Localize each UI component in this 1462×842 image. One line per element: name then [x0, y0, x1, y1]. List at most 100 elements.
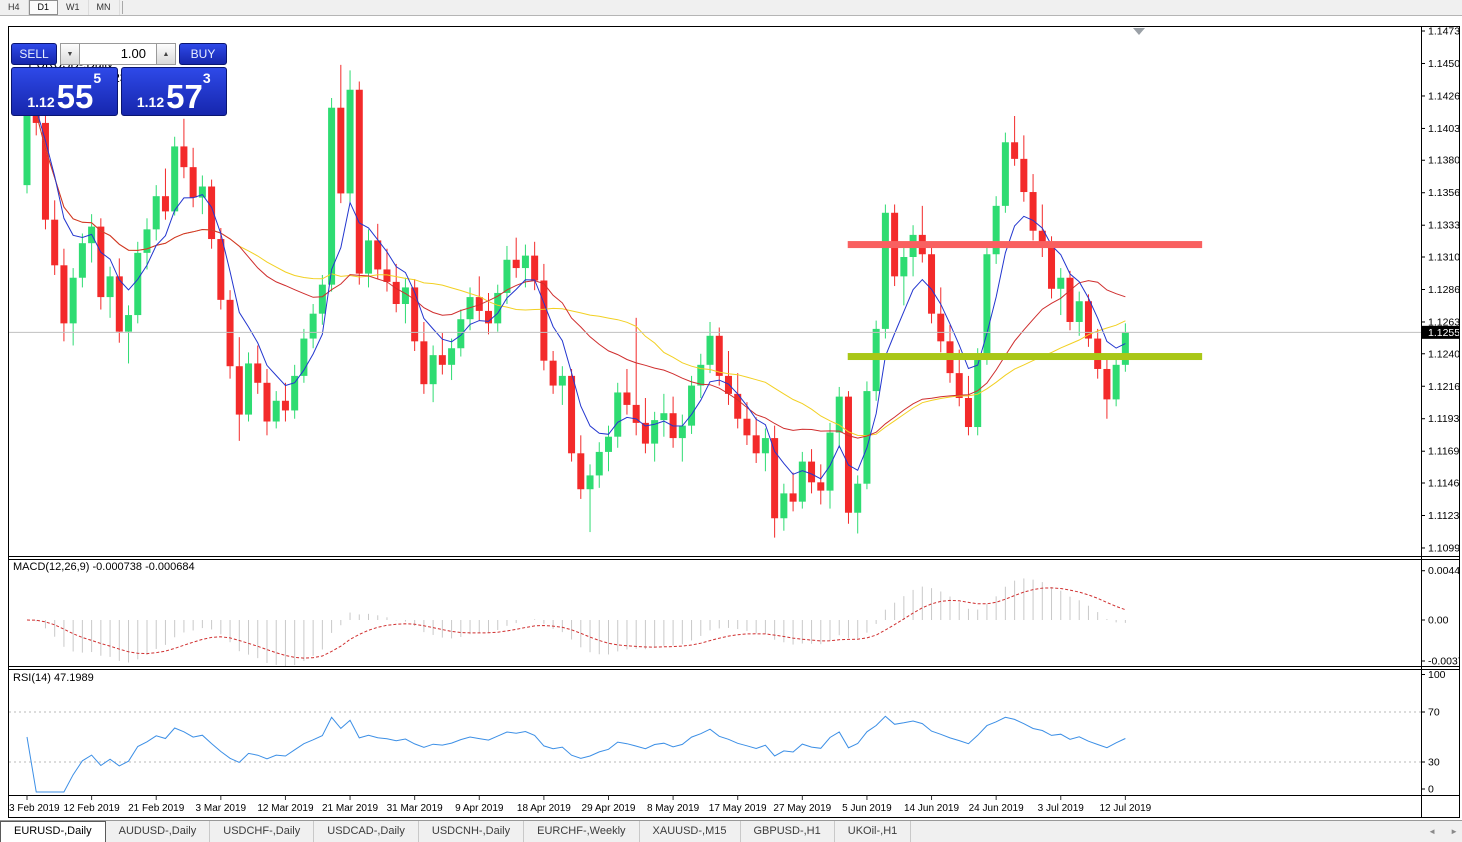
tabs-scroll-right-icon[interactable]: ►	[1450, 827, 1458, 836]
timeframe-button-mn[interactable]: MN	[89, 0, 120, 15]
candle-body	[1103, 369, 1110, 399]
date-tick-label: 3 Jul 2019	[1038, 803, 1085, 814]
axis-tick-label: 1.11695	[1428, 446, 1459, 458]
candle-body	[550, 361, 557, 386]
candle-body	[799, 462, 806, 502]
candle-body	[688, 386, 695, 426]
volume-increase-button[interactable]: ▲	[156, 43, 176, 65]
volume-decrease-button[interactable]: ▼	[60, 43, 80, 65]
macd-main-value: -0.000738	[92, 561, 142, 573]
toolbar-separator	[122, 1, 123, 14]
candle-body	[660, 413, 667, 420]
candle-body	[337, 108, 344, 194]
candle-body	[1113, 365, 1120, 400]
symbol-tab-gbpusd-h1[interactable]: GBPUSD-,H1	[741, 821, 835, 842]
candle-body	[522, 256, 529, 268]
chart-shift-icon[interactable]	[1133, 28, 1145, 35]
candle-body	[1030, 192, 1037, 231]
symbol-tab-usdchf-daily[interactable]: USDCHF-,Daily	[210, 821, 314, 842]
candle-body	[263, 383, 270, 422]
axis-tick-label: 1.13330	[1428, 220, 1459, 232]
symbol-tab-audusd-daily[interactable]: AUDUSD-,Daily	[106, 821, 211, 842]
date-tick-label: 21 Mar 2019	[322, 803, 379, 814]
price-chart-canvas[interactable]: 1.147351.145001.142651.140301.138001.135…	[9, 27, 1459, 817]
axis-tick-label: 1.10995	[1428, 542, 1459, 554]
buy-price-big-digits: 57	[166, 82, 203, 112]
candle-body	[1002, 142, 1009, 206]
timeframe-button-h4[interactable]: H4	[0, 0, 29, 15]
date-tick-label: 27 May 2019	[773, 803, 831, 814]
rsi-indicator-label: RSI(14) 47.1989	[13, 672, 94, 684]
candle-body	[439, 355, 446, 365]
macd-signal-line	[27, 588, 1125, 658]
candle-body	[347, 90, 354, 194]
resistance-line[interactable]	[848, 241, 1202, 248]
symbol-tab-usdcnh-daily[interactable]: USDCNH-,Daily	[419, 821, 524, 842]
symbol-tab-eurchf-weekly[interactable]: EURCHF-,Weekly	[524, 821, 639, 842]
axis-tick-label: 100	[1428, 669, 1446, 681]
timeframe-button-w1[interactable]: W1	[58, 0, 89, 15]
candle-body	[134, 253, 141, 315]
candle-body	[1048, 247, 1055, 288]
candle-body	[928, 254, 935, 313]
candle-body	[356, 90, 363, 274]
symbol-tab-xauusd-m15[interactable]: XAUUSD-,M15	[640, 821, 741, 842]
date-tick-label: 14 Jun 2019	[904, 803, 959, 814]
tab-scroll-controls: ◄ ►	[1428, 821, 1458, 842]
candle-body	[1085, 301, 1092, 338]
date-tick-label: 8 May 2019	[647, 803, 700, 814]
candle-body	[51, 220, 58, 266]
sell-price-display[interactable]: 1.12 55 5	[11, 67, 118, 116]
timeframe-button-d1[interactable]: D1	[29, 0, 59, 15]
axis-tick-label: 1.12400	[1428, 348, 1459, 360]
price-axis[interactable]: 1.147351.145001.142651.140301.138001.135…	[1421, 27, 1459, 554]
symbol-tab-usdcad-daily[interactable]: USDCAD-,Daily	[314, 821, 419, 842]
candle-body	[291, 376, 298, 411]
chart-window: 1.147351.145001.142651.140301.138001.135…	[8, 26, 1460, 818]
macd-axis[interactable]: 0.0044650.00-0.003715	[1421, 565, 1459, 667]
symbol-tab-ukoil-h1[interactable]: UKOil-,H1	[835, 821, 912, 842]
support-line[interactable]	[848, 353, 1202, 360]
rsi-axis[interactable]: 10070300	[1421, 669, 1446, 796]
axis-tick-label: 1.14735	[1428, 27, 1459, 38]
candle-body	[273, 401, 280, 422]
buy-button[interactable]: BUY	[179, 43, 227, 65]
candle-body	[411, 287, 418, 341]
date-tick-label: 9 Apr 2019	[455, 803, 504, 814]
symbol-tab-eurusd-daily[interactable]: EURUSD-,Daily	[0, 821, 106, 842]
tabs-scroll-left-icon[interactable]: ◄	[1428, 827, 1436, 836]
candle-body	[97, 227, 104, 297]
volume-input[interactable]: 1.00	[80, 43, 156, 65]
candle-body	[125, 315, 132, 332]
axis-tick-label: 1.11230	[1428, 510, 1459, 522]
candle-body	[180, 146, 187, 167]
candle-body	[956, 373, 963, 398]
candle-body	[254, 363, 261, 382]
candle-body	[282, 401, 289, 411]
time-axis[interactable]: 3 Feb 201912 Feb 201921 Feb 20193 Mar 20…	[9, 796, 1152, 815]
buy-price-display[interactable]: 1.12 57 3	[121, 67, 228, 116]
axis-tick-label: 30	[1428, 757, 1440, 769]
macd-indicator-label: MACD(12,26,9) -0.000738 -0.000684	[13, 561, 195, 573]
candle-body	[513, 260, 520, 268]
sell-button[interactable]: SELL	[11, 43, 57, 65]
candle-body	[503, 260, 510, 293]
candle-body	[540, 281, 547, 361]
axis-tick-label: 1.12865	[1428, 284, 1459, 296]
candle-body	[153, 196, 160, 229]
date-tick-label: 31 Mar 2019	[387, 803, 444, 814]
candle-body	[420, 341, 427, 384]
candle-body	[162, 196, 169, 211]
candle-body	[245, 363, 252, 414]
candle-body	[328, 108, 335, 285]
candle-body	[577, 453, 584, 489]
date-tick-label: 3 Mar 2019	[196, 803, 247, 814]
date-tick-label: 12 Mar 2019	[257, 803, 314, 814]
axis-tick-label: 0.004465	[1428, 565, 1459, 577]
candle-body	[70, 278, 77, 324]
candle-body	[107, 276, 114, 297]
candle-body	[310, 314, 317, 339]
sell-price-big-digits: 55	[57, 82, 94, 112]
rsi-name: RSI(14)	[13, 672, 51, 684]
candle-body	[457, 319, 464, 348]
